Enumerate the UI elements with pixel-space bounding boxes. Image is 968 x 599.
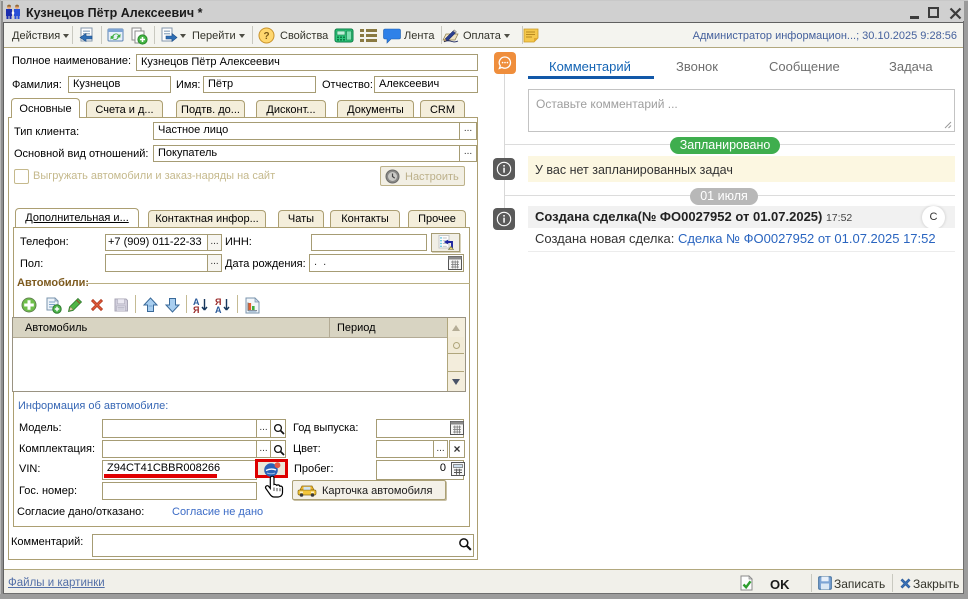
- svg-text:?: ?: [263, 31, 269, 42]
